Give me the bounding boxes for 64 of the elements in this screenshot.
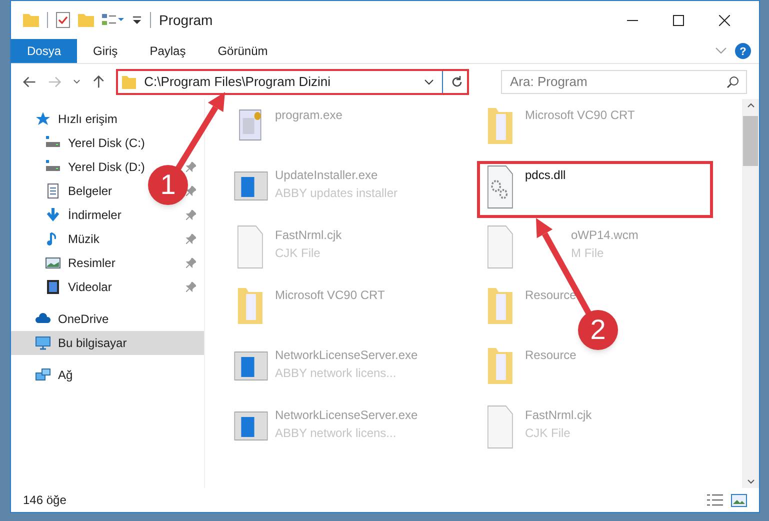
dropdown-caret-icon[interactable] — [424, 78, 434, 84]
ribbon-tab[interactable]: Giriş — [77, 39, 134, 63]
help-icon[interactable]: ? — [735, 43, 751, 59]
sidebar-item[interactable]: Yerel Disk (C:) — [68, 134, 145, 152]
properties-icon[interactable] — [56, 12, 70, 28]
folder-icon[interactable] — [23, 13, 39, 27]
download-arrow-icon — [45, 207, 61, 223]
forward-arrow-icon[interactable] — [48, 76, 62, 88]
details-view-icon[interactable] — [707, 494, 723, 506]
customize-dropdown-icon[interactable] — [132, 15, 142, 25]
search-field[interactable]: Ara: Program — [501, 70, 748, 94]
refresh-icon[interactable] — [451, 76, 464, 88]
close-icon — [718, 14, 730, 26]
sidebar-item[interactable]: OneDrive — [58, 310, 109, 328]
folder-icon — [122, 74, 136, 88]
ribbon-tab[interactable]: Görünüm — [202, 39, 284, 63]
file-description: ABBY network licens... — [275, 365, 398, 382]
pin-icon[interactable] — [186, 258, 196, 268]
ribbon-tab[interactable]: Paylaş — [134, 39, 202, 63]
sidebar-item[interactable]: Bu bilgisayar — [58, 334, 127, 352]
pin-icon[interactable] — [186, 210, 196, 220]
file-description: ABBY updates installer — [275, 185, 398, 202]
view-options-icon[interactable] — [102, 13, 124, 27]
window-title: Program — [159, 10, 213, 30]
back-arrow-icon[interactable] — [23, 76, 36, 88]
pin-icon[interactable] — [186, 282, 196, 292]
ribbon-tab[interactable]: Dosya — [11, 39, 78, 63]
star-icon — [35, 111, 51, 127]
scroll-thumb[interactable] — [743, 116, 758, 166]
sidebar-item[interactable]: Videolar — [68, 278, 112, 296]
pin-icon[interactable] — [186, 162, 196, 172]
scroll-up-icon[interactable] — [746, 103, 754, 108]
picture-icon — [45, 255, 61, 271]
sidebar-item[interactable]: Belgeler — [68, 182, 112, 200]
file-name[interactable]: pdcs.dll — [525, 166, 566, 184]
address-path: C:\Program Files\Program Dizini — [144, 72, 332, 91]
scroll-down-icon[interactable] — [746, 479, 754, 484]
pin-icon[interactable] — [186, 234, 196, 244]
monitor-icon — [35, 335, 51, 351]
selected-row-highlight[interactable]: Bu bilgisayar — [11, 331, 204, 355]
document-icon — [45, 183, 61, 199]
folder-icon[interactable] — [78, 13, 94, 27]
sidebar-item[interactable]: İndirmeler — [68, 206, 122, 224]
file-description: M File — [571, 245, 605, 262]
sidebar-item[interactable]: Ağ — [58, 366, 73, 384]
sidebar-item[interactable]: Resimler — [68, 254, 116, 272]
item-count: 146 öğe — [23, 492, 66, 509]
file-description: ABBY network licens... — [275, 425, 398, 442]
sidebar-item[interactable]: Hızlı erişim — [58, 110, 118, 128]
large-icons-view-icon[interactable] — [731, 494, 747, 506]
address-bar[interactable]: C:\Program Files\Program Dizini — [116, 68, 470, 94]
up-arrow-icon[interactable] — [92, 74, 104, 88]
scrollbar[interactable] — [742, 99, 759, 488]
network-icon — [35, 367, 51, 383]
file-description: CJK File — [275, 245, 322, 262]
expand-ribbon-icon[interactable] — [715, 47, 727, 55]
sidebar-item[interactable]: Yerel Disk (D:) — [68, 158, 145, 176]
pin-icon[interactable] — [186, 186, 196, 196]
film-icon — [45, 279, 61, 295]
recent-dropdown-icon[interactable] — [73, 78, 81, 84]
sidebar-item[interactable]: Müzik — [68, 230, 100, 248]
maximize-icon — [672, 14, 684, 26]
search-icon — [727, 76, 740, 88]
file-description: CJK File — [525, 425, 572, 442]
